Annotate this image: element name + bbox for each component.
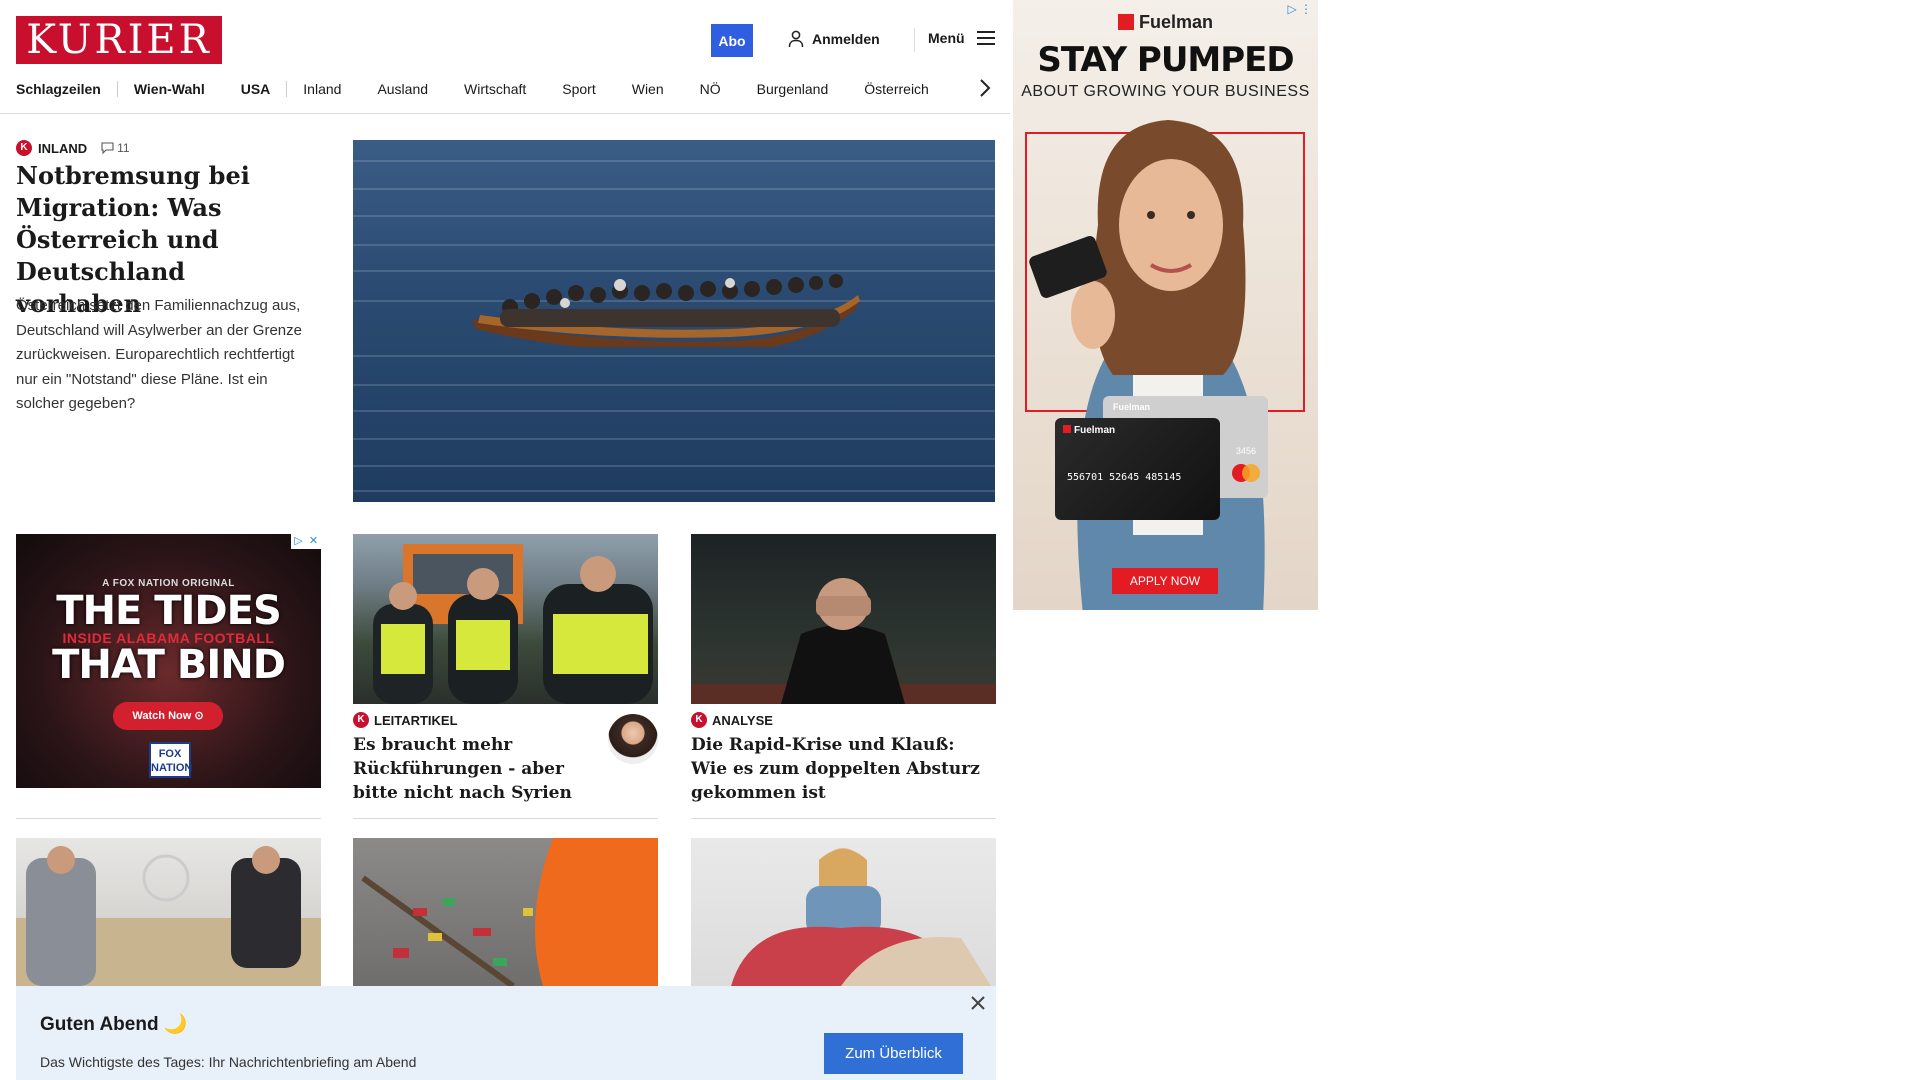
login-label: Anmelden (812, 31, 880, 47)
hero-category[interactable]: INLAND (38, 141, 87, 156)
apply-now-button[interactable]: APPLY NOW (1112, 568, 1218, 594)
comment-count[interactable]: 11 (101, 141, 130, 155)
nav-item-schlagzeilen[interactable]: Schlagzeilen (16, 81, 101, 97)
kurier-k-icon: K (353, 712, 369, 728)
nav-item-wirtschaft[interactable]: Wirtschaft (464, 81, 526, 97)
ad-right-headline: STAY PUMPED (1037, 40, 1294, 80)
coach-illustration (691, 578, 996, 704)
watch-now-button[interactable]: Watch Now ⊙ (113, 702, 223, 730)
card-divider (691, 818, 996, 819)
nav-item-wien[interactable]: Wien (632, 81, 664, 97)
card-last-digits: 3456 (1235, 446, 1256, 456)
nav-item-wien-wahl[interactable]: Wien-Wahl (134, 81, 205, 97)
kurier-k-icon: K (16, 140, 32, 156)
hero-image-migrant-boat[interactable] (353, 140, 995, 502)
article-meta-2: K ANALYSE (691, 712, 773, 728)
nav-separator (286, 81, 288, 97)
credit-card-front: Fuelman 556701 52645 485145 (1055, 418, 1220, 520)
hamburger-icon (976, 31, 995, 45)
kurier-k-icon: K (691, 712, 707, 728)
woman-illustration (1071, 120, 1265, 610)
nav-item-noe[interactable]: NÖ (700, 81, 721, 97)
article-image-rapid-coach[interactable] (691, 534, 996, 704)
ad-close-icon[interactable]: ✕ (306, 534, 321, 549)
article-image-police[interactable] (353, 534, 658, 704)
evening-briefing-banner: Guten Abend 🌙 Das Wichtigste des Tages: … (16, 986, 996, 1080)
fuelman-logo-icon (1063, 425, 1071, 433)
nav-item-sport[interactable]: Sport (562, 81, 595, 97)
fox-nation-ad[interactable]: ▷ ✕ A FOX NATION ORIGINAL THE TIDES INSI… (16, 534, 321, 788)
fuelman-ad[interactable]: ▷ ⋮ Fuelman STAY PUMPED ABOUT GROWING YO… (1013, 0, 1318, 610)
author-avatar[interactable] (608, 714, 658, 764)
adchoices-icon[interactable]: ▷ (291, 534, 306, 549)
article-image-woman-clothes[interactable] (691, 838, 996, 986)
article-headline-1[interactable]: Es braucht mehr Rückführungen - aber bit… (353, 733, 598, 805)
abo-button[interactable]: Abo (711, 24, 753, 57)
fox-nation-logo: FOX NATION (149, 742, 192, 778)
mastercard-icon (1232, 464, 1260, 482)
hero-meta: K INLAND 11 (16, 140, 130, 156)
comment-count-value: 11 (117, 141, 130, 155)
ad-headline-1: THE TIDES (56, 588, 282, 634)
nav-item-inland[interactable]: Inland (303, 81, 341, 97)
header-divider (914, 28, 915, 52)
article-headline-2[interactable]: Die Rapid-Krise und Klauß: Wie es zum do… (691, 733, 996, 805)
hero-teaser[interactable]: Österreich setzt den Familiennachzug aus… (16, 294, 312, 417)
play-icon: ⊙ (194, 710, 204, 722)
user-icon (788, 30, 804, 48)
fuelman-logo-icon (1117, 14, 1134, 30)
card-number: 556701 52645 485145 (1067, 472, 1182, 483)
watch-now-label: Watch Now (132, 710, 192, 722)
article-image-street-cleaning[interactable] (353, 838, 658, 986)
chevron-right-icon[interactable] (978, 78, 992, 98)
ad-headline-2: THAT BIND (52, 642, 286, 688)
menu-label: Menü (928, 30, 965, 46)
card-front-brand: Fuelman (1063, 425, 1115, 436)
nav-item-oesterreich[interactable]: Österreich (864, 81, 929, 97)
site-header: KURIER Abo Anmelden Menü Schlagzeilen Wi… (0, 0, 1010, 114)
close-icon[interactable] (969, 994, 987, 1012)
article-category-1[interactable]: LEITARTIKEL (374, 713, 458, 728)
article-category-2[interactable]: ANALYSE (712, 713, 773, 728)
kurier-logo[interactable]: KURIER (16, 16, 222, 64)
card-divider (353, 818, 658, 819)
overview-button[interactable]: Zum Überblick (824, 1033, 963, 1074)
banner-text: Das Wichtigste des Tages: Ihr Nachrichte… (40, 1054, 417, 1070)
card-front-brand-label: Fuelman (1074, 425, 1116, 436)
ad-right-subline: ABOUT GROWING YOUR BUSINESS (1021, 83, 1310, 100)
street-cleaning-illustration (361, 838, 658, 986)
nav-item-usa[interactable]: USA (241, 81, 271, 97)
police-officers-illustration (373, 544, 653, 704)
boat-illustration (472, 274, 860, 347)
section-nav: Schlagzeilen Wien-Wahl USA Inland Auslan… (16, 78, 929, 100)
card-back-brand: Fuelman (1113, 402, 1151, 412)
woman-clothes-illustration (731, 848, 991, 986)
login-button[interactable]: Anmelden (788, 30, 880, 48)
courtroom-illustration (16, 846, 321, 986)
article-image-courtroom[interactable] (16, 838, 321, 986)
nav-separator (116, 81, 118, 97)
ad-controls: ▷ ✕ (291, 534, 321, 549)
banner-title: Guten Abend 🌙 (40, 1014, 188, 1035)
menu-button[interactable]: Menü (928, 30, 995, 46)
nav-item-ausland[interactable]: Ausland (377, 81, 428, 97)
card-divider (16, 818, 321, 819)
fuelman-brand: Fuelman (1013, 12, 1318, 33)
fuelman-brand-label: Fuelman (1138, 12, 1213, 32)
comment-icon (101, 142, 114, 154)
nav-item-burgenland[interactable]: Burgenland (757, 81, 829, 97)
article-meta-1: K LEITARTIKEL (353, 712, 458, 728)
